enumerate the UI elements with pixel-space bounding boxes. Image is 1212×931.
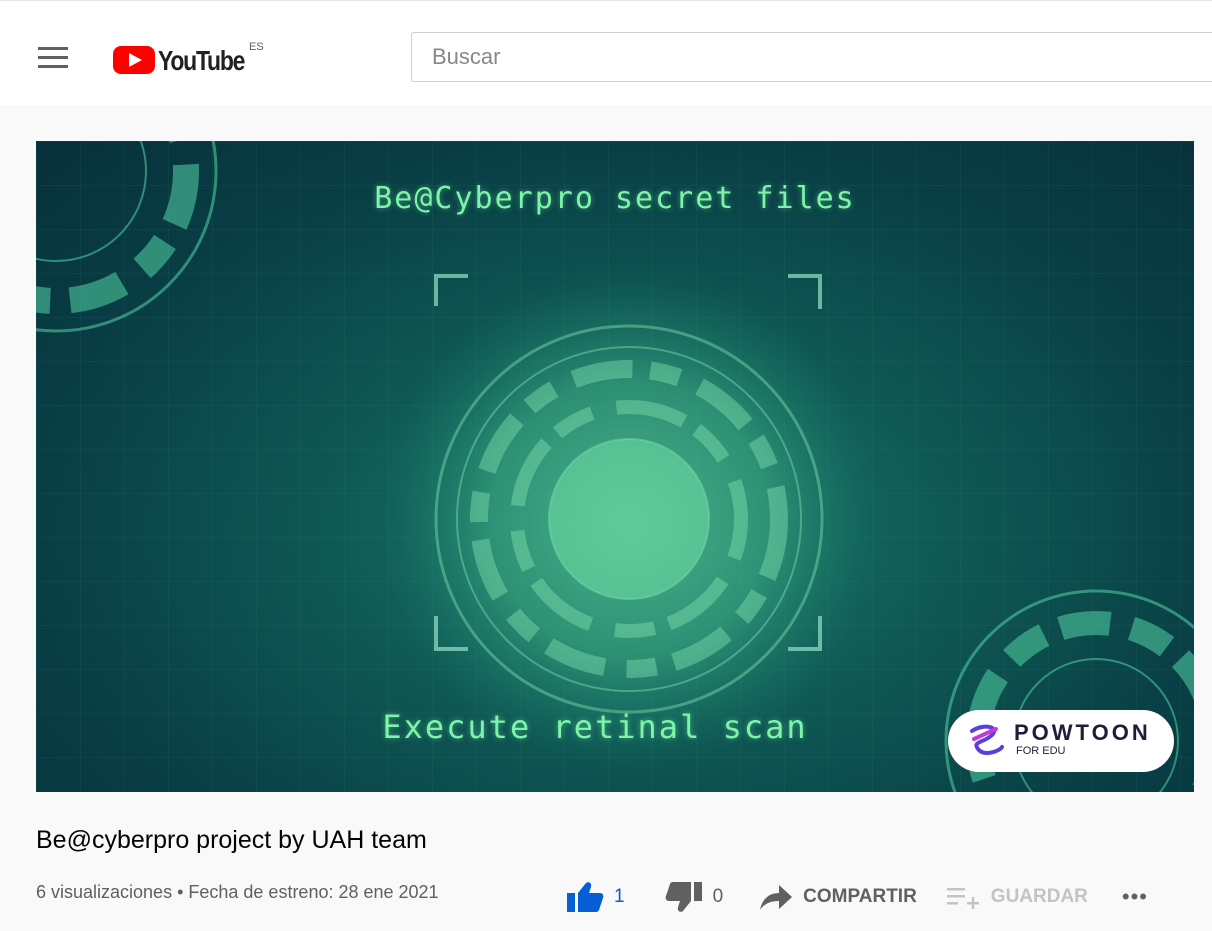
video-meta: 6 visualizaciones • Fecha de estreno: 28… (36, 882, 439, 902)
thumbs-down-icon (665, 882, 702, 912)
save-button[interactable]: GUARDAR (946, 885, 1088, 909)
menu-icon[interactable] (36, 47, 70, 75)
video-title: Be@cyberpro project by UAH team (36, 826, 427, 854)
powtoon-watermark[interactable]: POWTOON FOR EDU (948, 710, 1174, 772)
playlist-add-icon (946, 888, 979, 909)
video-frame-art (36, 141, 1194, 792)
video-actions: 1 0 COMPARTIR GUARDAR ••• (566, 880, 1148, 914)
search-input[interactable] (411, 32, 1212, 82)
logo-country-code: ES (249, 41, 264, 53)
logo-text: YouTube (158, 45, 245, 76)
video-overlay-title: Be@Cyberpro secret files (374, 181, 856, 216)
dislike-button[interactable]: 0 (665, 881, 724, 913)
video-player[interactable]: Be@Cyberpro secret files Execute retinal… (36, 141, 1194, 792)
play-logo-icon (113, 46, 155, 74)
watermark-name: POWTOON (1014, 720, 1151, 745)
thumbs-up-icon (567, 882, 604, 912)
share-arrow-icon (760, 885, 793, 910)
more-actions-icon[interactable]: ••• (1122, 884, 1148, 910)
save-label: GUARDAR (990, 886, 1088, 907)
share-label: COMPARTIR (803, 886, 917, 907)
powtoon-logo-icon (970, 724, 1004, 755)
like-count: 1 (614, 886, 625, 907)
watermark-subtitle: FOR EDU (1016, 745, 1066, 757)
like-button[interactable]: 1 (566, 881, 625, 913)
masthead: YouTube ES (0, 0, 1212, 105)
dislike-count: 0 (712, 886, 724, 907)
share-button[interactable]: COMPARTIR (759, 883, 917, 911)
